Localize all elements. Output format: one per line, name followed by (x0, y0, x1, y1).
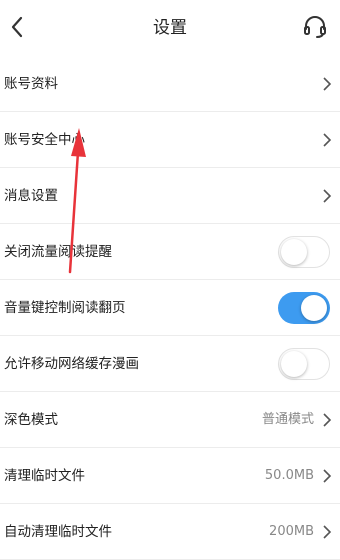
chevron-right-icon (323, 133, 332, 147)
settings-row-label: 账号安全中心 (4, 132, 85, 148)
chevron-right-icon (323, 469, 332, 483)
settings-row-label: 音量键控制阅读翻页 (4, 300, 126, 316)
settings-row-dark-mode[interactable]: 深色模式 普通模式 (0, 392, 340, 448)
settings-row-value: 200MB (269, 524, 314, 539)
settings-row-account-profile[interactable]: 账号资料 (0, 56, 340, 112)
settings-row-message-settings[interactable]: 消息设置 (0, 168, 340, 224)
chevron-right-icon (323, 77, 332, 91)
data-reminder-toggle[interactable] (278, 236, 330, 268)
settings-row-label: 账号资料 (4, 76, 58, 92)
settings-row-value: 普通模式 (261, 412, 314, 427)
settings-row-label: 消息设置 (4, 188, 58, 204)
settings-row-label: 允许移动网络缓存漫画 (4, 356, 139, 372)
customer-service-button[interactable] (302, 14, 328, 40)
page-title: 设置 (153, 18, 187, 38)
toggle-knob (281, 238, 307, 265)
chevron-right-icon (323, 189, 332, 203)
settings-row-value: 50.0MB (264, 468, 314, 483)
settings-row-clear-temp-files[interactable]: 清理临时文件 50.0MB (0, 448, 340, 504)
chevron-right-icon (323, 413, 332, 427)
toggle-knob (301, 295, 327, 321)
settings-row-auto-clear-temp-files[interactable]: 自动清理临时文件 200MB (0, 504, 340, 560)
settings-row-label: 深色模式 (4, 412, 58, 428)
settings-row-mobile-cache: 允许移动网络缓存漫画 (0, 336, 340, 392)
settings-row-label: 关闭流量阅读提醒 (4, 244, 112, 260)
headset-icon (304, 16, 326, 38)
chevron-right-icon (323, 525, 332, 539)
settings-row-account-security[interactable]: 账号安全中心 (0, 112, 340, 168)
mobile-cache-toggle[interactable] (278, 348, 330, 380)
top-bar: 设置 (0, 0, 340, 56)
settings-row-label: 清理临时文件 (4, 468, 85, 484)
volume-key-toggle[interactable] (278, 292, 330, 324)
toggle-knob (281, 350, 307, 377)
settings-row-label: 自动清理临时文件 (4, 524, 112, 540)
settings-row-volume-key-paging: 音量键控制阅读翻页 (0, 280, 340, 336)
settings-row-data-reading-reminder: 关闭流量阅读提醒 (0, 224, 340, 280)
settings-list: 账号资料 账号安全中心 消息设置 关闭流量阅读提醒 音量键控制阅读翻页 允许移动… (0, 56, 340, 560)
